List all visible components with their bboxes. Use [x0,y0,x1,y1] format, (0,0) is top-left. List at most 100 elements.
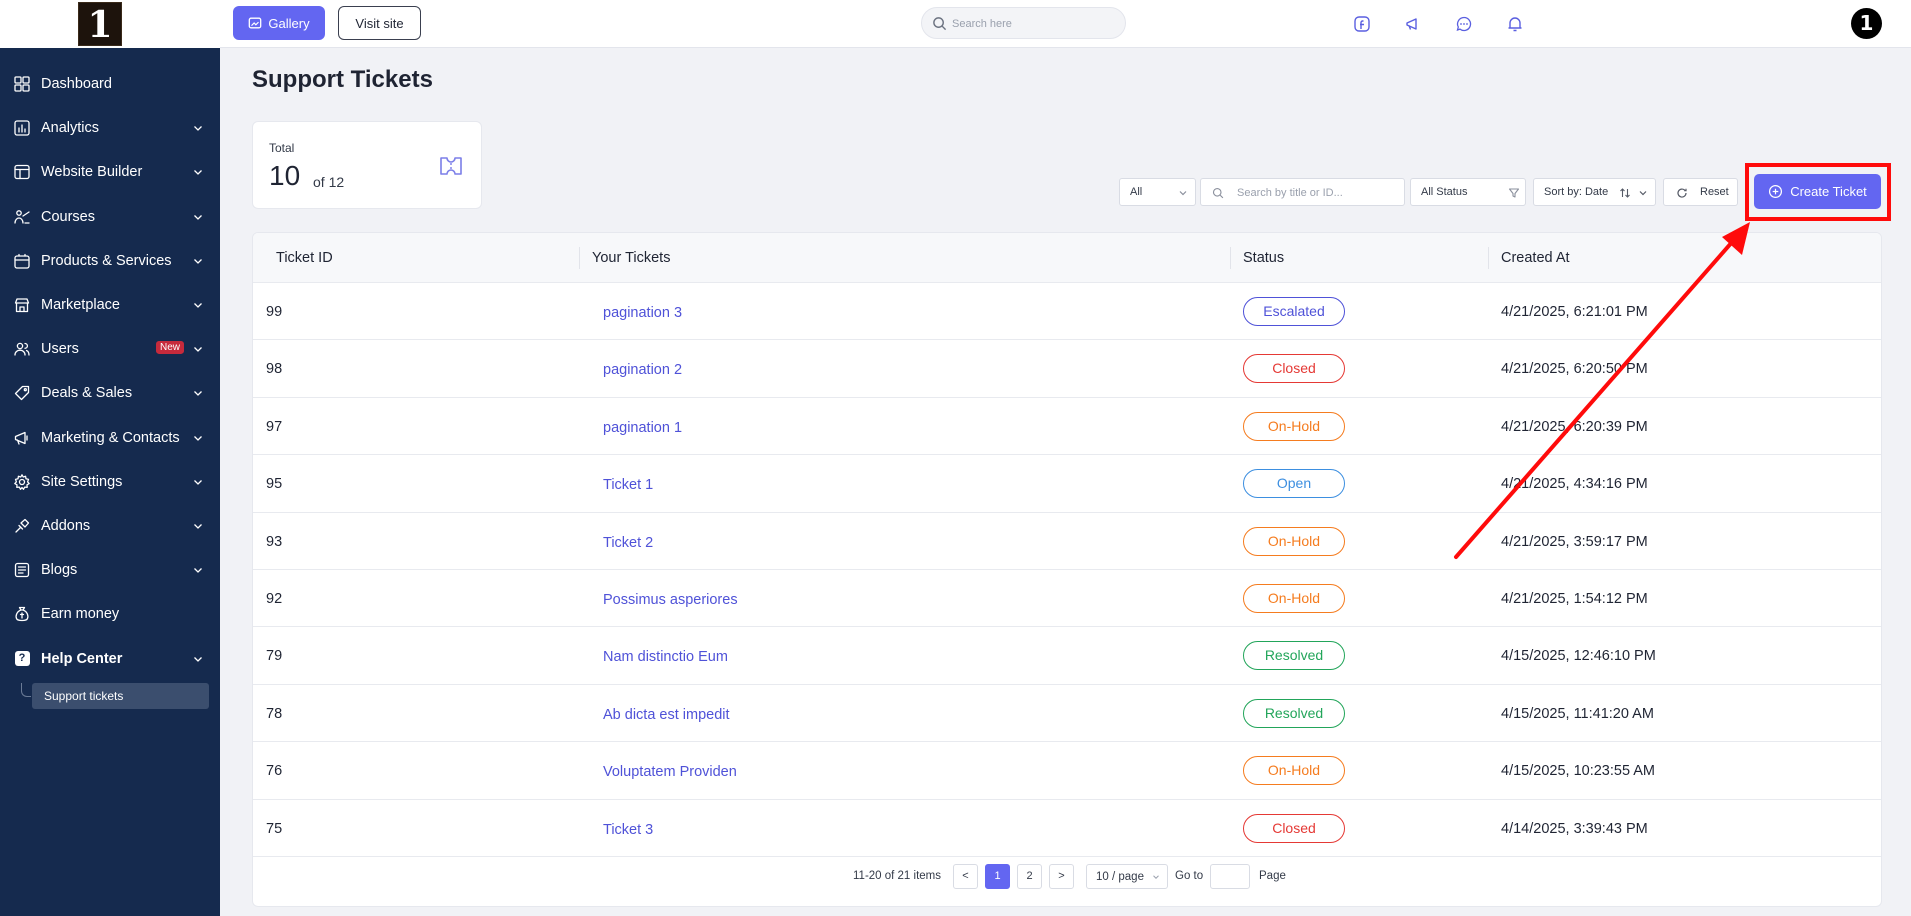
table-row[interactable]: 92 Possimus asperiores On-Hold 4/21/2025, 1… [253,570,1881,628]
sidebar-item-label: Help Center [41,650,123,667]
annotation-highlight-box [1745,163,1891,221]
sidebar-item-dashboard[interactable]: Dashboard [0,62,220,106]
ticket-title-link[interactable]: Ticket 1 [603,477,653,493]
sidebar-item-site-settings[interactable]: Site Settings [0,460,220,504]
sidebar-item-deals-and-sales[interactable]: Deals & Sales [0,371,220,415]
global-search-input[interactable] [952,14,1112,34]
sidebar-item-label: Marketplace [41,297,120,314]
ticket-title-link[interactable]: Nam distinctio Eum [603,649,728,665]
next-page-button[interactable]: > [1049,864,1074,889]
prev-page-button[interactable]: < [953,864,978,889]
blogs-icon [13,561,31,579]
sidebar-item-products-and-services[interactable]: Products & Services [0,239,220,283]
brand-logo[interactable]: 1 [78,2,122,46]
sidebar-item-label: Marketing & Contacts [41,429,180,446]
dashboard-icon [13,75,31,93]
table-row[interactable]: 93 Ticket 2 On-Hold 4/21/2025, 3:59:17 PM [253,513,1881,570]
chat-icon[interactable] [1453,13,1475,35]
gallery-icon [249,17,262,29]
created-at: 4/21/2025, 3:59:17 PM [1501,533,1648,550]
ticket-title-link[interactable]: Ticket 2 [603,535,653,551]
column-header-created-at[interactable]: Created At [1501,250,1570,266]
sidebar-item-label: Products & Services [41,252,172,269]
ticket-id: 76 [266,763,283,780]
page-size-select[interactable]: 10 / page [1086,864,1168,889]
page-size-value: 10 / page [1096,871,1144,883]
sidebar-item-website-builder[interactable]: Website Builder [0,150,220,194]
chevron-down-icon [194,214,202,220]
page-button-2[interactable]: 2 [1017,864,1042,889]
ticket-title-link[interactable]: Possimus asperiores [603,592,738,608]
ticket-id: 93 [266,533,283,550]
column-header-status[interactable]: Status [1243,250,1284,266]
sort-select[interactable]: Sort by: Date [1533,178,1656,206]
total-stat-card: Total 10 of 12 [252,121,482,209]
sidebar-item-marketing-and-contacts[interactable]: Marketing & Contacts [0,416,220,460]
addons-icon [13,517,31,535]
ticket-search-field [1200,178,1405,206]
sidebar-item-addons[interactable]: Addons [0,504,220,548]
table-row[interactable]: 79 Nam distinctio Eum Resolved 4/15/2025, 1… [253,627,1881,685]
ticket-title-link[interactable]: Ticket 3 [603,822,653,838]
filter-icon [1508,188,1520,198]
search-icon [933,17,947,31]
column-header-your-tickets[interactable]: Your Tickets [592,250,670,266]
stat-label: Total [269,141,295,155]
column-header-ticket-id[interactable]: Ticket ID [276,250,333,266]
sidebar-item-earn-money[interactable]: Earn money [0,592,220,636]
created-at: 4/15/2025, 11:41:20 AM [1501,705,1654,722]
ticket-id: 95 [266,476,283,493]
ticket-title-link[interactable]: pagination 2 [603,362,682,378]
visit-site-button[interactable]: Visit site [338,6,421,40]
chevron-down-icon [194,568,202,574]
sidebar-item-label: Dashboard [41,76,112,93]
avatar[interactable]: 1 [1851,8,1882,39]
sidebar-item-users[interactable]: Users New [0,327,220,371]
sidebar-subitem-support-tickets[interactable]: Support tickets [32,683,209,709]
logo-area: 1 [0,0,220,48]
topbar: Gallery Visit site 1 [220,0,1911,48]
chevron-down-icon [194,347,202,353]
avatar-text: 1 [1859,11,1874,35]
table-row[interactable]: 97 pagination 1 On-Hold 4/21/2025, 6:20:39 … [253,398,1881,456]
sidebar: 1 Dashboard Analytics Website Builder Cours… [0,0,220,916]
megaphone-icon[interactable] [1402,13,1424,35]
created-at: 4/21/2025, 4:34:16 PM [1501,476,1648,493]
table-row[interactable]: 98 pagination 2 Closed 4/21/2025, 6:20:50 P… [253,340,1881,398]
reset-button[interactable]: Reset [1663,178,1738,206]
facebook-icon[interactable] [1351,13,1373,35]
ticket-id: 75 [266,820,283,837]
table-row[interactable]: 75 Ticket 3 Closed 4/14/2025, 3:39:43 PM [253,800,1881,857]
page-button-1[interactable]: 1 [985,864,1010,889]
sidebar-item-marketplace[interactable]: Marketplace [0,283,220,327]
column-divider [579,247,580,269]
table-row[interactable]: 78 Ab dicta est impedit Resolved 4/15/2025,… [253,685,1881,743]
status-badge: On-Hold [1243,411,1345,441]
gallery-label: Gallery [268,15,310,31]
sidebar-item-label: Addons [41,517,91,534]
ticket-title-link[interactable]: pagination 3 [603,305,682,321]
table-row[interactable]: 76 Voluptatem Providen On-Hold 4/15/2025, 1… [253,742,1881,800]
type-filter-select[interactable]: All [1119,178,1196,206]
sidebar-item-courses[interactable]: Courses [0,195,220,239]
bell-icon[interactable] [1504,13,1526,35]
goto-page-input[interactable] [1210,864,1250,889]
sidebar-item-blogs[interactable]: Blogs [0,548,220,592]
gallery-button[interactable]: Gallery [233,6,325,40]
status-filter-select[interactable]: All Status [1410,178,1526,206]
chevron-down-icon [194,126,202,132]
goto-label: Go to [1175,870,1204,882]
created-at: 4/15/2025, 12:46:10 PM [1501,648,1656,665]
sidebar-item-help-center[interactable]: ? Help Center [0,636,220,680]
ticket-title-link[interactable]: pagination 1 [603,420,682,436]
stat-value: 10 [269,160,301,191]
ticket-id: 98 [266,361,283,378]
ticket-search-input[interactable] [1237,184,1397,202]
chevron-down-icon [1153,875,1159,879]
table-row[interactable]: 95 Ticket 1 Open 4/21/2025, 4:34:16 PM [253,455,1881,513]
tickets-table: Ticket ID Your Tickets Status Created At… [252,232,1882,907]
ticket-title-link[interactable]: Voluptatem Providen [603,764,737,780]
sidebar-item-analytics[interactable]: Analytics [0,106,220,150]
table-row[interactable]: 99 pagination 3 Escalated 4/21/2025, 6:21:0… [253,283,1881,341]
ticket-title-link[interactable]: Ab dicta est impedit [603,707,730,723]
